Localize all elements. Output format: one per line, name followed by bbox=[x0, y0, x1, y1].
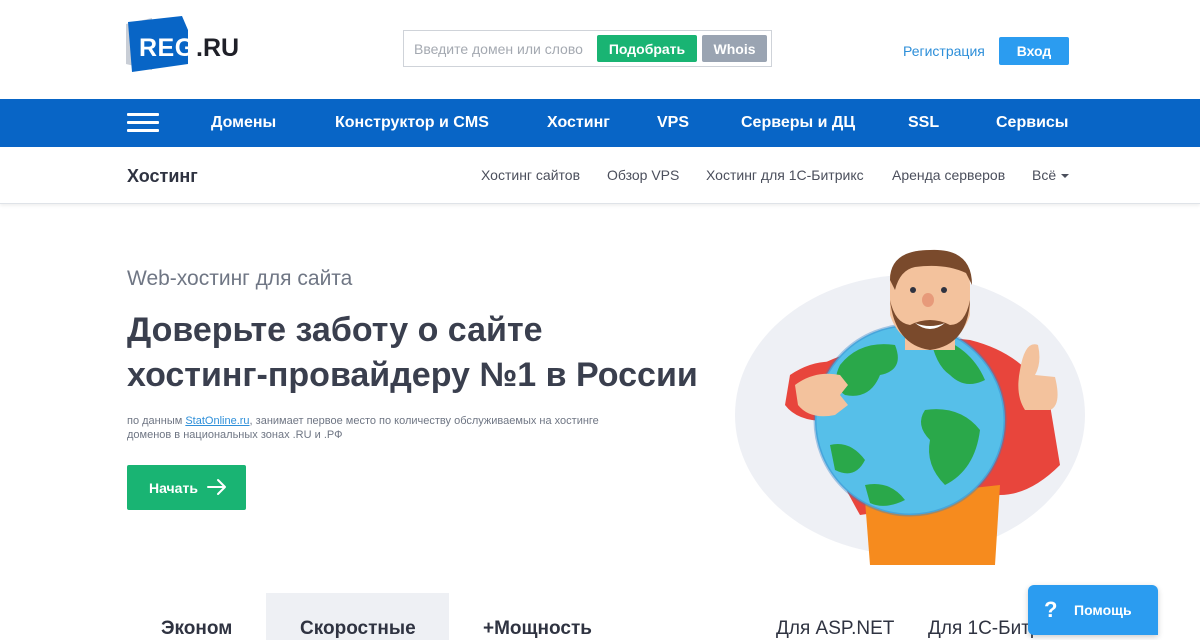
register-link[interactable]: Регистрация bbox=[903, 43, 985, 59]
hero-note-prefix: по данным bbox=[127, 415, 186, 427]
domain-search-input[interactable] bbox=[405, 32, 595, 65]
nav-item-ssl[interactable]: SSL bbox=[908, 114, 939, 132]
subnav-item-server-rental[interactable]: Аренда серверов bbox=[892, 167, 1005, 183]
sub-nav: Хостинг Хостинг сайтов Обзор VPS Хостинг… bbox=[0, 147, 1200, 204]
hero-title-line1: Доверьте заботу о сайте bbox=[127, 311, 543, 349]
login-button[interactable]: Вход bbox=[999, 37, 1069, 65]
subnav-title: Хостинг bbox=[127, 166, 198, 186]
start-button[interactable]: Начать bbox=[127, 465, 246, 510]
hero-title: Доверьте заботу о сайте хостинг-провайде… bbox=[127, 308, 747, 398]
pick-domain-button[interactable]: Подобрать bbox=[597, 35, 697, 62]
nav-item-constructor[interactable]: Конструктор и CMS bbox=[335, 114, 489, 132]
subnav-item-bitrix-hosting[interactable]: Хостинг для 1С-Битрикс bbox=[706, 167, 864, 183]
start-button-label: Начать bbox=[149, 479, 198, 496]
subnav-item-all[interactable]: Всё bbox=[1032, 167, 1070, 183]
tab-aspnet[interactable]: Для ASP.NET bbox=[776, 618, 894, 640]
tab-power[interactable]: +Мощность bbox=[483, 618, 592, 640]
logo-brand: REG bbox=[139, 34, 195, 62]
nav-item-servers[interactable]: Серверы и ДЦ bbox=[741, 114, 855, 132]
tab-speed[interactable]: Скоростные bbox=[300, 618, 416, 640]
main-nav: Домены Конструктор и CMS Хостинг VPS Сер… bbox=[0, 99, 1200, 147]
subnav-item-site-hosting[interactable]: Хостинг сайтов bbox=[481, 167, 580, 183]
nav-item-domains[interactable]: Домены bbox=[211, 114, 276, 132]
menu-icon[interactable] bbox=[127, 113, 159, 133]
logo-suffix: .RU bbox=[196, 34, 240, 62]
statonline-link[interactable]: StatOnline.ru bbox=[185, 415, 249, 427]
hero-title-line2: хостинг-провайдеру №1 в России bbox=[127, 356, 698, 394]
subnav-item-all-label: Всё bbox=[1032, 167, 1057, 183]
hero-subtitle: Web-хостинг для сайта bbox=[127, 267, 353, 290]
nav-item-services[interactable]: Сервисы bbox=[996, 114, 1068, 132]
subnav-item-vps-overview[interactable]: Обзор VPS bbox=[607, 167, 679, 183]
help-button[interactable]: ? Помощь bbox=[1028, 585, 1158, 635]
domain-search: Подобрать Whois bbox=[403, 30, 772, 67]
help-question-icon: ? bbox=[1044, 597, 1058, 622]
nav-item-hosting[interactable]: Хостинг bbox=[547, 114, 610, 132]
hero-note: по данным StatOnline.ru, занимает первое… bbox=[127, 414, 647, 442]
arrow-right-icon bbox=[207, 479, 226, 495]
tab-bitrix[interactable]: Для 1С-Битр bbox=[928, 618, 1041, 640]
hero-note-suffix: , занимает первое место по количеству об… bbox=[249, 415, 599, 427]
tab-economy[interactable]: Эконом bbox=[161, 618, 232, 640]
logo[interactable]: REG .RU bbox=[122, 16, 252, 74]
whois-button[interactable]: Whois bbox=[702, 35, 767, 62]
bearded-man-globe-illustration bbox=[735, 249, 1085, 565]
nav-item-vps[interactable]: VPS bbox=[657, 114, 689, 132]
caret-down-icon bbox=[1061, 174, 1070, 179]
help-label: Помощь bbox=[1074, 602, 1132, 618]
header: REG .RU Подобрать Whois Регистрация Вход bbox=[0, 0, 1200, 99]
hero-note-line2: доменов в национальных зонах .RU и .РФ bbox=[127, 429, 343, 441]
